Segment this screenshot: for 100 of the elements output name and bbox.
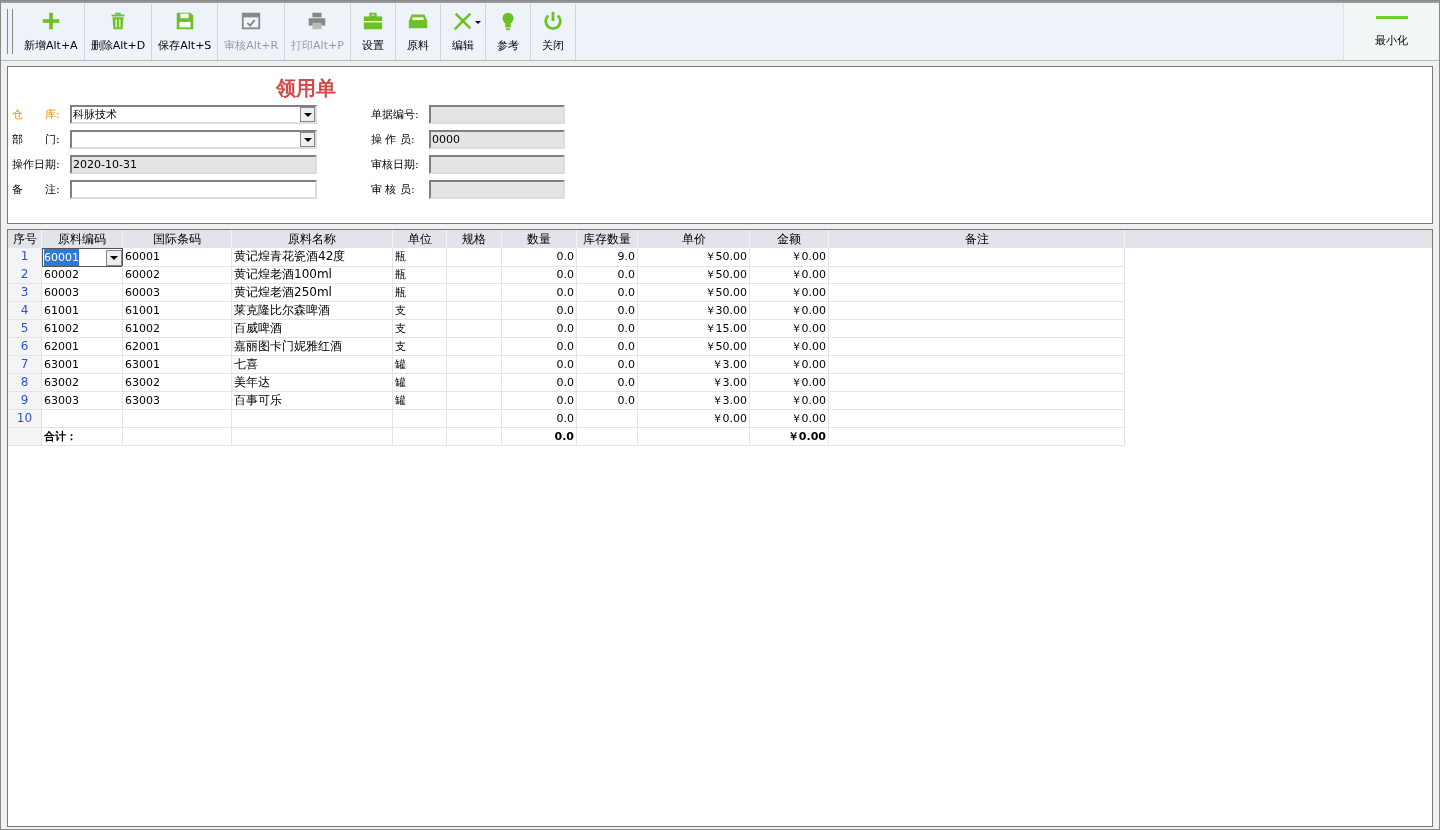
spec-cell (447, 374, 502, 392)
field-label: 审 核 员: (371, 182, 416, 197)
quantity-cell: 0.0 (502, 302, 577, 320)
dropdown-field[interactable]: 科脉技术 (70, 105, 317, 124)
stock-cell (577, 410, 638, 428)
price-cell: ￥30.00 (638, 302, 750, 320)
amount-cell: ￥0.00 (750, 320, 829, 338)
field-label: 备 注: (12, 182, 61, 197)
barcode-cell: 60002 (123, 266, 232, 284)
unit-cell: 罐 (393, 356, 447, 374)
minimize-icon (1375, 15, 1408, 19)
amount-cell: ￥0.00 (750, 266, 829, 284)
row-number[interactable]: 2 (8, 266, 42, 284)
barcode-cell: 63002 (123, 374, 232, 392)
field-label: 操作日期: (12, 157, 61, 172)
quantity-cell: 0.0 (502, 410, 577, 428)
empty-cell (393, 428, 447, 446)
toolbar-button[interactable]: 关闭 (530, 3, 576, 60)
input-field[interactable] (70, 180, 317, 199)
unit-cell (393, 410, 447, 428)
spec-cell (447, 392, 502, 410)
column-header[interactable]: 单位 (393, 230, 447, 248)
column-header[interactable]: 库存数量 (577, 230, 638, 248)
barcode-cell: 62001 (123, 338, 232, 356)
power-icon (541, 10, 564, 32)
spec-cell (447, 302, 502, 320)
spec-cell (447, 410, 502, 428)
spec-cell (447, 248, 502, 267)
code-dropdown-field[interactable]: 60001 (42, 248, 123, 267)
total-quantity: 0.0 (502, 428, 577, 446)
price-cell: ￥3.00 (638, 392, 750, 410)
row-number[interactable]: 4 (8, 302, 42, 320)
code-cell: 60002 (42, 266, 123, 284)
amount-cell: ￥0.00 (750, 410, 829, 428)
name-cell: 黄记煌老酒100ml (232, 266, 393, 284)
column-header[interactable]: 单价 (638, 230, 750, 248)
quantity-cell: 0.0 (502, 284, 577, 302)
empty-cell (447, 428, 502, 446)
quantity-cell: 0.0 (502, 374, 577, 392)
row-number[interactable]: 9 (8, 392, 42, 410)
quantity-cell: 0.0 (502, 320, 577, 338)
toolbar-button[interactable]: 保存Alt+S (152, 3, 219, 60)
barcode-cell: 60001 (123, 248, 232, 267)
unit-cell: 罐 (393, 374, 447, 392)
dropdown-field[interactable] (70, 130, 317, 149)
unit-cell: 瓶 (393, 284, 447, 302)
quantity-cell: 0.0 (502, 392, 577, 410)
toolbar-button[interactable]: 新增Alt+A (18, 3, 85, 60)
total-label: 合计： (42, 428, 123, 446)
name-cell: 七喜 (232, 356, 393, 374)
spec-cell (447, 338, 502, 356)
stock-cell: 0.0 (577, 338, 638, 356)
amount-cell: ￥0.00 (750, 284, 829, 302)
barcode-cell: 60003 (123, 284, 232, 302)
price-cell: ￥0.00 (638, 410, 750, 428)
column-header[interactable]: 原料名称 (232, 230, 393, 248)
column-header[interactable]: 规格 (447, 230, 502, 248)
row-number[interactable]: 5 (8, 320, 42, 338)
input-field[interactable] (429, 180, 565, 199)
input-field[interactable] (429, 105, 565, 124)
field-label: 部 门: (12, 132, 61, 147)
code-cell: 63003 (42, 392, 123, 410)
price-cell: ￥15.00 (638, 320, 750, 338)
row-number[interactable]: 7 (8, 356, 42, 374)
stock-cell: 0.0 (577, 302, 638, 320)
column-header[interactable]: 金额 (750, 230, 829, 248)
row-number[interactable]: 6 (8, 338, 42, 356)
spec-cell (447, 266, 502, 284)
input-field[interactable]: 2020-10-31 (70, 155, 317, 174)
stock-cell: 0.0 (577, 392, 638, 410)
unit-cell: 罐 (393, 392, 447, 410)
row-number[interactable]: 3 (8, 284, 42, 302)
row-number[interactable]: 10 (8, 410, 42, 428)
field-label: 审核日期: (371, 157, 420, 172)
unit-cell: 支 (393, 320, 447, 338)
row-number[interactable]: 8 (8, 374, 42, 392)
name-cell: 美年达 (232, 374, 393, 392)
toolbar-button[interactable]: 原料 (395, 3, 441, 60)
input-field[interactable] (429, 155, 565, 174)
minimize-button[interactable]: 最小化 (1343, 3, 1439, 60)
column-header[interactable]: 原料编码 (42, 230, 123, 248)
toolbar-button[interactable]: 删除Alt+D (84, 3, 153, 60)
column-header[interactable]: 备注 (829, 230, 1125, 248)
code-cell: 62001 (42, 338, 123, 356)
form-title: 领用单 (274, 75, 337, 102)
input-field[interactable]: 0000 (429, 130, 565, 149)
column-header[interactable]: 国际条码 (123, 230, 232, 248)
spec-cell (447, 320, 502, 338)
stock-cell: 0.0 (577, 374, 638, 392)
toolbar-button[interactable]: 编辑 (440, 3, 486, 60)
caret-icon (474, 21, 481, 24)
name-cell: 百威啤酒 (232, 320, 393, 338)
toolbar-button[interactable]: 设置 (350, 3, 396, 60)
stock-cell: 0.0 (577, 266, 638, 284)
toolbar-button[interactable]: 参考 (485, 3, 531, 60)
column-header[interactable]: 数量 (502, 230, 577, 248)
code-cell: 63001 (42, 356, 123, 374)
barcode-cell: 63003 (123, 392, 232, 410)
name-cell: 黄记煌老酒250ml (232, 284, 393, 302)
quantity-cell: 0.0 (502, 248, 577, 267)
